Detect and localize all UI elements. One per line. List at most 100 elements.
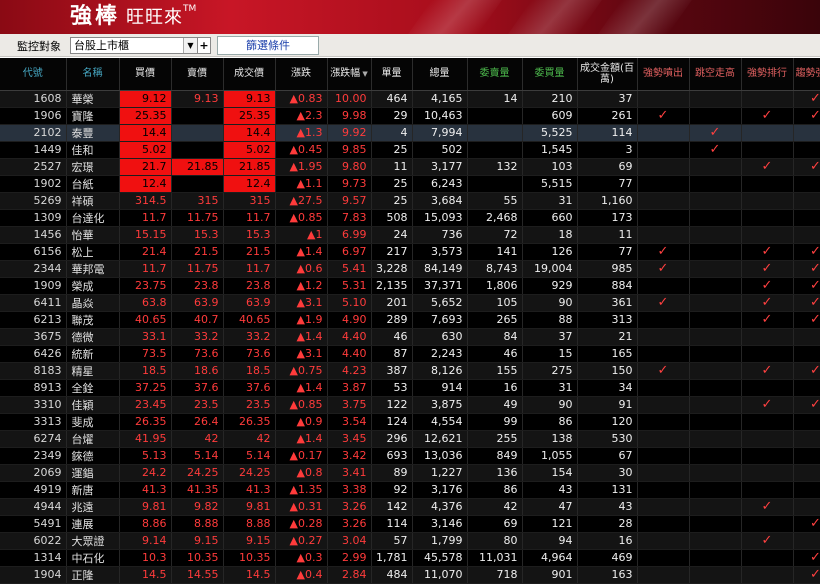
table-row[interactable]: 6426 統新 73.5 73.6 73.6 ▲3.1 4.40 87 2,243 46 15 165 [0, 345, 820, 363]
table-row[interactable]: 3310 佳穎 23.45 23.5 23.5 ▲0.85 3.75 122 3,875 49 90… [0, 396, 820, 414]
column-header-ask[interactable]: 賣價 [171, 58, 224, 91]
table-row[interactable]: 8913 全銓 37.25 37.6 37.6 ▲1.4 3.87 53 914 16 31 34 [0, 379, 820, 397]
table-row[interactable]: 2069 運錩 24.2 24.25 24.25 ▲0.8 3.41 89 1,227 136 15… [0, 464, 820, 482]
cell-change: ▲1.9 [275, 311, 328, 329]
cell-name: 精星 [66, 362, 120, 380]
market-select-value: 台股上市櫃 [74, 39, 129, 52]
column-header-code[interactable]: 代號 [0, 58, 67, 91]
table-row[interactable]: 3675 德微 33.1 33.2 33.2 ▲1.4 4.40 46 630 84 37 21 [0, 328, 820, 346]
table-row[interactable]: 6022 大眾證 9.14 9.15 9.15 ▲0.27 3.04 57 1,799 80 94 1… [0, 532, 820, 550]
cell-code: 8913 [0, 379, 67, 397]
table-row[interactable]: 4944 兆遠 9.81 9.82 9.81 ▲0.31 3.26 142 4,376 42 47 4… [0, 498, 820, 516]
cell-change: ▲0.17 [275, 447, 328, 465]
check-icon: ✓ [761, 396, 773, 412]
cell-volume: 1,781 [371, 549, 413, 567]
table-row[interactable]: 2349 錸德 5.13 5.14 5.14 ▲0.17 3.42 693 13,036 849 1… [0, 447, 820, 465]
column-header-bid-qty[interactable]: 委買量 [522, 58, 578, 91]
cell-price: 23.5 [223, 396, 276, 414]
table-row[interactable]: 4919 新唐 41.3 41.35 41.3 ▲1.35 3.38 92 3,176 86 43 1… [0, 481, 820, 499]
table-row[interactable]: 2344 華邦電 11.7 11.75 11.7 ▲0.6 5.41 3,228 84,149 8… [0, 260, 820, 278]
cell-ask-qty: 141 [467, 243, 523, 261]
table-row[interactable]: 6213 聯茂 40.65 40.7 40.65 ▲1.9 4.90 289 7,693 265 8… [0, 311, 820, 329]
cell-ask: 37.6 [171, 379, 224, 397]
add-button[interactable]: + [197, 37, 211, 54]
table-row[interactable]: 1909 榮成 23.75 23.8 23.8 ▲1.2 5.31 2,135 37,371 1,… [0, 277, 820, 295]
column-header-volume[interactable]: 單量 [371, 58, 413, 91]
cell-name: 正隆 [66, 566, 120, 584]
signal-cell-strong-trend [793, 447, 820, 465]
check-icon: ✓ [810, 107, 820, 123]
column-header-price[interactable]: 成交價 [223, 58, 276, 91]
cell-change-pct: 3.04 [327, 532, 372, 550]
table-row[interactable]: 1314 中石化 10.3 10.35 10.35 ▲0.3 2.99 1,781 45,578… [0, 549, 820, 567]
column-header-change-pct[interactable]: 漲跌幅 ▼ [327, 58, 372, 91]
table-row[interactable]: 6411 晶焱 63.8 63.9 63.9 ▲3.1 5.10 201 5,652 105 90 3… [0, 294, 820, 312]
cell-bid-qty: 43 [522, 481, 578, 499]
cell-price: 11.7 [223, 209, 276, 227]
cell-volume: 89 [371, 464, 413, 482]
column-header-strong-rank[interactable]: 強勢排行 [741, 58, 794, 91]
signal-cell-gap-up [689, 532, 742, 550]
table-row[interactable]: 5269 祥碩 314.5 315 315 ▲27.5 9.57 25 3,684 55 31 1,1… [0, 192, 820, 210]
signal-cell-strong-rank: ✓ [741, 277, 794, 295]
table-row[interactable]: 8183 精星 18.5 18.6 18.5 ▲0.75 4.23 387 8,126 155 27… [0, 362, 820, 380]
cell-volume: 142 [371, 498, 413, 516]
check-icon: ✓ [810, 311, 820, 327]
cell-bid: 25.35 [119, 107, 172, 125]
table-row[interactable]: 1309 台達化 11.7 11.75 11.7 ▲0.85 7.83 508 15,093 2,… [0, 209, 820, 227]
signal-cell-strong-burst [637, 396, 690, 414]
table-row[interactable]: 1608 華榮 9.12 9.13 9.13 ▲0.83 10.00 464 4,165 14 21… [0, 90, 820, 108]
column-header-total-volume[interactable]: 總量 [412, 58, 468, 91]
cell-bid: 14.5 [119, 566, 172, 584]
column-header-change[interactable]: 漲跌 [275, 58, 328, 91]
column-header-bid[interactable]: 買價 [119, 58, 172, 91]
table-row[interactable]: 1906 寶隆 25.35 25.35 ▲2.3 9.98 29 10,463 609 261 ✓ ✓… [0, 107, 820, 125]
cell-total-volume: 2,243 [412, 345, 468, 363]
check-icon: ✓ [810, 158, 820, 174]
signal-cell-strong-rank: ✓ [741, 311, 794, 329]
table-row[interactable]: 2102 泰豐 14.4 14.4 ▲1.3 9.92 4 7,994 5,525 114 ✓ [0, 124, 820, 142]
column-header-amount[interactable]: 成交金額(百萬) [577, 58, 638, 91]
cell-amount: 37 [577, 90, 638, 108]
cell-total-volume: 84,149 [412, 260, 468, 278]
cell-bid: 23.45 [119, 396, 172, 414]
column-header-strong-trend[interactable]: 趨勢強多 [793, 58, 820, 91]
cell-price: 5.02 [223, 141, 276, 159]
column-header-ask-qty[interactable]: 委賣量 [467, 58, 523, 91]
cell-ask-qty: 49 [467, 396, 523, 414]
cell-code: 6274 [0, 430, 67, 448]
cell-bid: 73.5 [119, 345, 172, 363]
market-select[interactable]: 台股上市櫃 ▼ [70, 37, 198, 54]
table-row[interactable]: 1904 正隆 14.5 14.55 14.5 ▲0.4 2.84 484 11,070 718 9… [0, 566, 820, 584]
signal-cell-strong-rank [741, 141, 794, 159]
table-row[interactable]: 1449 佳和 5.02 5.02 ▲0.45 9.85 25 502 1,545 3 ✓ [0, 141, 820, 159]
table-row[interactable]: 1902 台紙 12.4 12.4 ▲1.1 9.73 25 6,243 5,515 77 [0, 175, 820, 193]
cell-amount: 34 [577, 379, 638, 397]
column-header-strong-burst[interactable]: 強勢噴出 [637, 58, 690, 91]
table-row[interactable]: 5491 連展 8.86 8.88 8.88 ▲0.28 3.26 114 3,146 69 121… [0, 515, 820, 533]
signal-cell-strong-trend [793, 413, 820, 431]
cell-change: ▲0.45 [275, 141, 328, 159]
check-icon: ✓ [810, 396, 820, 412]
cell-change: ▲27.5 [275, 192, 328, 210]
signal-cell-strong-burst [637, 209, 690, 227]
table-row[interactable]: 2527 宏璟 21.7 21.85 21.85 ▲1.95 9.80 11 3,177 132 1… [0, 158, 820, 176]
cell-code: 1906 [0, 107, 67, 125]
cell-volume: 24 [371, 226, 413, 244]
signal-cell-strong-trend: ✓ [793, 294, 820, 312]
column-header-name[interactable]: 名稱 [66, 58, 120, 91]
cell-ask-qty: 16 [467, 379, 523, 397]
table-row[interactable]: 6156 松上 21.4 21.5 21.5 ▲1.4 6.97 217 3,573 141 126… [0, 243, 820, 261]
chevron-down-icon[interactable]: ▼ [183, 38, 197, 53]
cell-code: 5491 [0, 515, 67, 533]
cell-bid-qty: 86 [522, 413, 578, 431]
signal-cell-gap-up [689, 158, 742, 176]
cell-name: 宏璟 [66, 158, 120, 176]
table-row[interactable]: 1456 怡華 15.15 15.3 15.3 ▲1 6.99 24 736 72 18 11 [0, 226, 820, 244]
filter-conditions-button[interactable]: 篩選條件 [217, 36, 319, 55]
cell-price: 40.65 [223, 311, 276, 329]
column-header-gap-up[interactable]: 跳空走高 [689, 58, 742, 91]
cell-change-pct: 3.38 [327, 481, 372, 499]
table-row[interactable]: 3313 斐成 26.35 26.4 26.35 ▲0.9 3.54 124 4,554 99 86… [0, 413, 820, 431]
table-row[interactable]: 6274 台燿 41.95 42 42 ▲1.4 3.45 296 12,621 255 138 53… [0, 430, 820, 448]
